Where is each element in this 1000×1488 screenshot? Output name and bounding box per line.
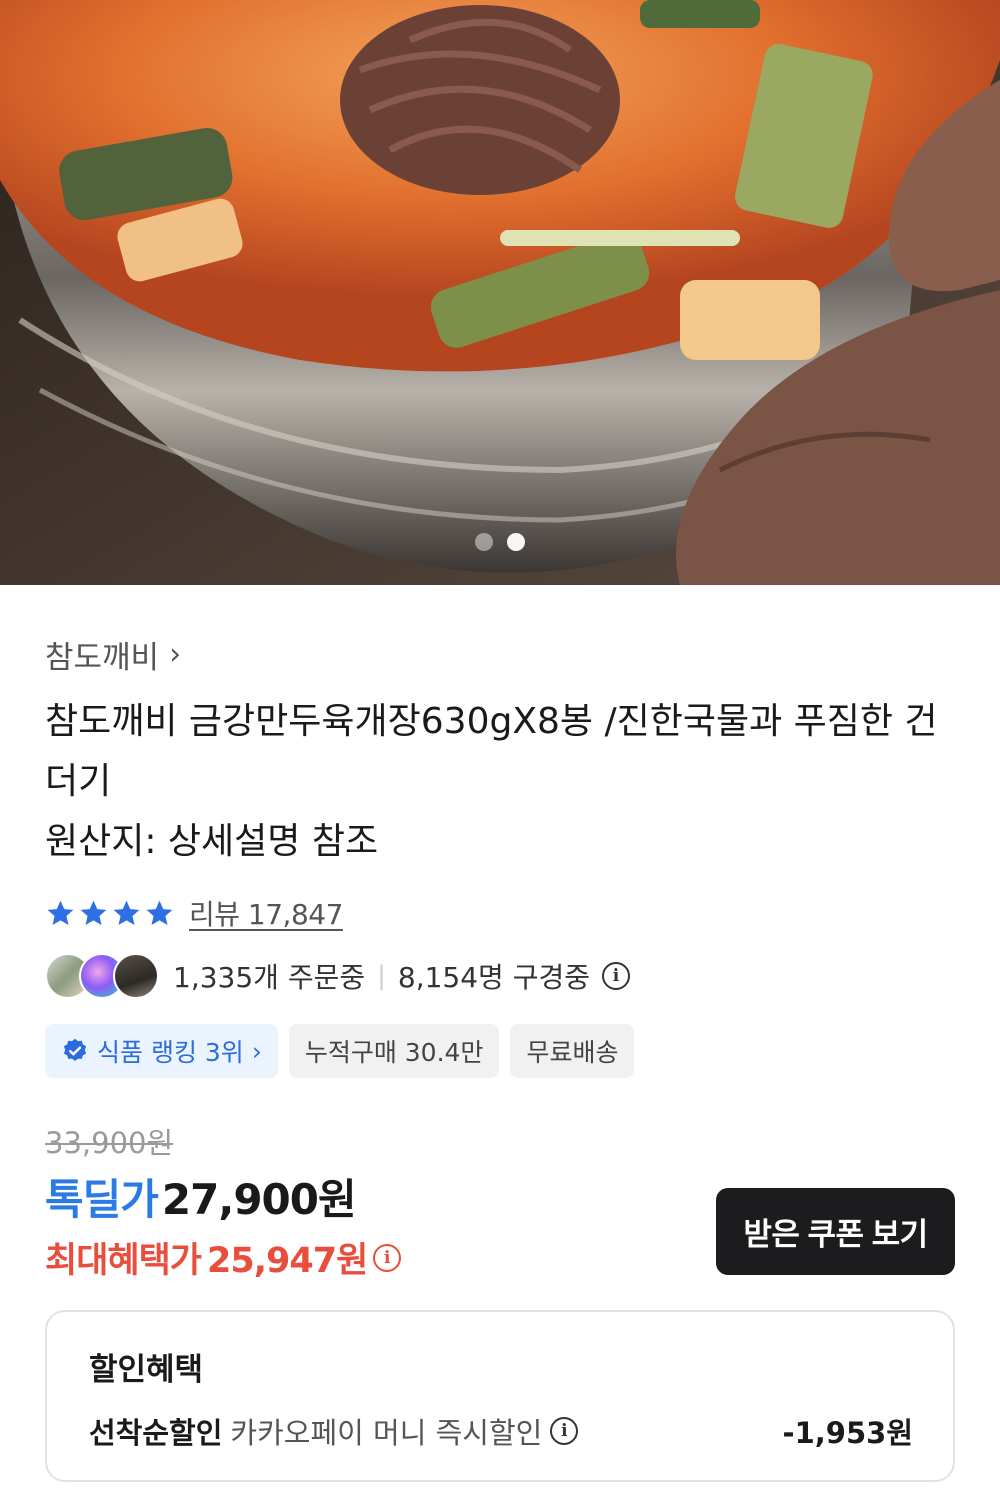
- viewers-now: 8,154명 구경중: [397, 961, 590, 994]
- benefit-desc: 카카오페이 머니 즉시할인: [230, 1416, 543, 1450]
- brand-name: 참도깨비: [45, 640, 160, 676]
- rating-row: 리뷰 17,847: [45, 893, 343, 933]
- benefit-amount: -1,953원: [782, 1416, 913, 1450]
- badge-check-icon: [63, 1038, 87, 1061]
- avatar: [113, 953, 159, 999]
- ranking-label: 식품 랭킹 3위: [97, 1038, 244, 1067]
- chevron-right-icon: ›: [169, 637, 182, 672]
- orders-now: 1,335개 주문중: [173, 961, 366, 994]
- max-benefit-row: 최대혜택가 25,947원 i: [45, 1232, 402, 1283]
- gallery-dot[interactable]: [475, 533, 493, 551]
- max-benefit-price: 25,947원: [207, 1241, 368, 1281]
- info-icon[interactable]: i: [373, 1243, 402, 1272]
- deal-label: 톡딜가: [45, 1175, 159, 1224]
- free-shipping-chip: 무료배송: [510, 1024, 635, 1078]
- product-title: 참도깨비 금강만두육개장630gX8봉 /진한국물과 푸짐한 건더기: [45, 701, 938, 802]
- deal-price: 27,900원: [161, 1175, 357, 1224]
- benefit-name: 선착순할인: [89, 1416, 223, 1450]
- star-icon: [146, 900, 173, 925]
- chevron-right-icon: ›: [251, 1036, 262, 1066]
- brand-link[interactable]: 참도깨비 ›: [45, 632, 181, 677]
- benefit-row: 선착순할인 카카오페이 머니 즉시할인 i -1,953원: [89, 1410, 913, 1452]
- product-origin: 원산지: 상세설명 참조: [45, 821, 379, 862]
- deal-price-row: 톡딜가 27,900원: [45, 1166, 357, 1227]
- chip-label: 누적구매 30.4만: [304, 1038, 484, 1067]
- gallery-pagination: [0, 533, 1000, 551]
- product-tags: 식품 랭킹 3위 › 누적구매 30.4만 무료배송: [45, 1024, 635, 1078]
- gallery-dot-active[interactable]: [507, 533, 525, 551]
- buyer-avatars: [45, 953, 161, 999]
- divider: |: [377, 961, 386, 991]
- info-icon[interactable]: i: [550, 1417, 579, 1445]
- view-coupons-button[interactable]: 받은 쿠폰 보기: [716, 1188, 955, 1275]
- live-activity-row: 1,335개 주문중 | 8,154명 구경중 i: [45, 953, 630, 999]
- max-benefit-label: 최대혜택가: [45, 1241, 202, 1281]
- discount-benefits-card: 할인혜택 선착순할인 카카오페이 머니 즉시할인 i -1,953원: [45, 1310, 955, 1482]
- original-price: 33,900원: [45, 1126, 174, 1160]
- benefits-title: 할인혜택: [89, 1352, 204, 1388]
- review-count-link[interactable]: 리뷰 17,847: [189, 893, 343, 933]
- rating-stars: [45, 898, 175, 929]
- ranking-chip[interactable]: 식품 랭킹 3위 ›: [45, 1024, 278, 1078]
- soup-bowl-illustration: [0, 0, 1000, 585]
- chip-label: 무료배송: [526, 1038, 619, 1067]
- product-image[interactable]: [0, 0, 1000, 585]
- benefit-info: 선착순할인 카카오페이 머니 즉시할인 i: [89, 1410, 579, 1452]
- star-icon: [47, 900, 74, 925]
- info-icon[interactable]: i: [601, 962, 630, 990]
- star-icon: [80, 900, 107, 925]
- star-icon: [113, 900, 140, 925]
- cumulative-purchase-chip: 누적구매 30.4만: [288, 1024, 500, 1078]
